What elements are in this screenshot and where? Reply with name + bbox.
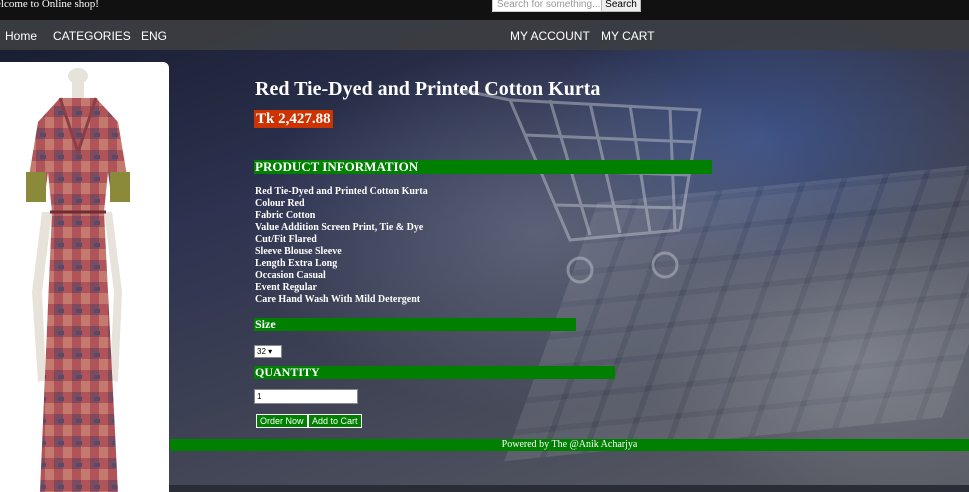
nav-language[interactable]: ENG: [141, 29, 167, 43]
size-select[interactable]: 32 ▾: [254, 345, 282, 358]
order-now-button[interactable]: Order Now: [256, 414, 308, 428]
product-price: Tk 2,427.88: [254, 110, 333, 128]
detail-line: Care Hand Wash With Mild Detergent: [255, 294, 421, 305]
shopping-cart-decoration: [459, 88, 702, 284]
detail-line: Length Extra Long: [255, 258, 338, 269]
nav-my-account[interactable]: MY ACCOUNT: [510, 29, 590, 43]
welcome-text: elcome to Online shop!: [0, 0, 99, 10]
navbar: Home CATEGORIES ENG MY ACCOUNT MY CART: [0, 20, 969, 50]
quantity-input[interactable]: 1: [254, 389, 358, 404]
detail-line: Sleeve Blouse Sleeve: [255, 246, 342, 257]
detail-line: Occasion Casual: [255, 270, 326, 281]
nav-categories[interactable]: CATEGORIES: [53, 29, 131, 43]
detail-line: Colour Red: [255, 198, 305, 209]
nav-my-cart[interactable]: MY CART: [601, 29, 655, 43]
product-info-heading: PRODUCT INFORMATION: [254, 160, 712, 174]
size-heading: Size: [254, 318, 576, 331]
product-details-list: Red Tie-Dyed and Printed Cotton Kurta Co…: [255, 186, 428, 306]
search-button[interactable]: Search: [601, 0, 641, 12]
top-bar: elcome to Online shop! Search for someth…: [0, 0, 969, 20]
footer: Powered by The @Anik Acharjya: [170, 439, 969, 451]
nav-home[interactable]: Home: [5, 29, 37, 43]
detail-line: Red Tie-Dyed and Printed Cotton Kurta: [255, 186, 428, 197]
search-input[interactable]: Search for something...: [492, 0, 608, 12]
detail-line: Cut/Fit Flared: [255, 234, 317, 245]
detail-line: Event Regular: [255, 282, 317, 293]
product-title: Red Tie-Dyed and Printed Cotton Kurta: [255, 78, 601, 100]
detail-line: Fabric Cotton: [255, 210, 316, 221]
add-to-cart-button[interactable]: Add to Cart: [308, 414, 362, 428]
detail-line: Value Addition Screen Print, Tie & Dye: [255, 222, 424, 233]
quantity-heading: QUANTITY: [254, 366, 615, 379]
product-image: [0, 62, 169, 492]
